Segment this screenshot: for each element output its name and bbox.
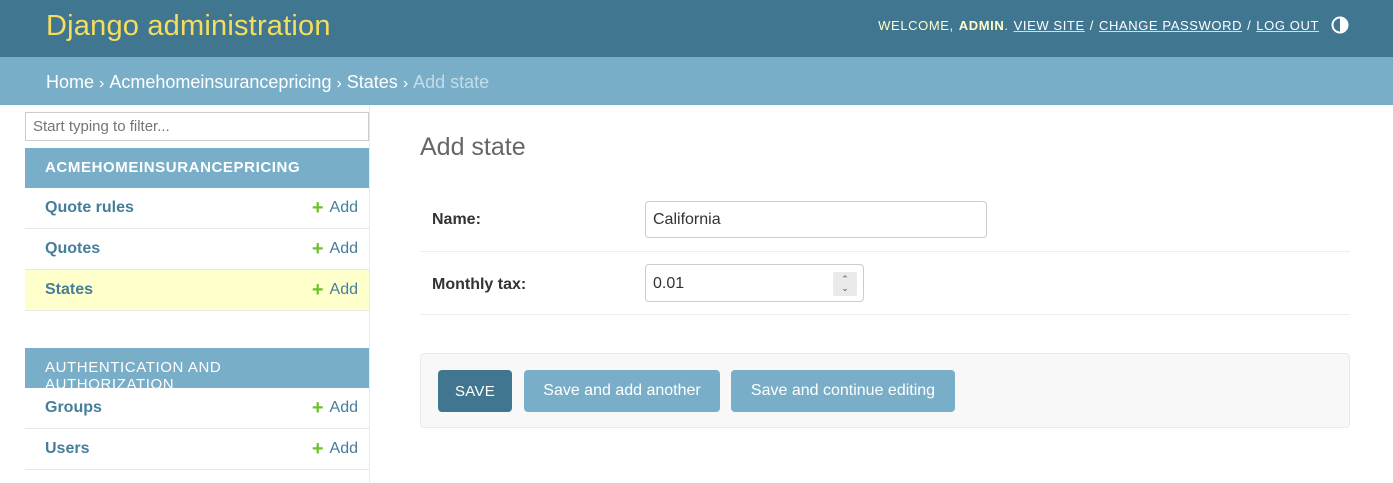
sidebar-item-groups: Groups + Add [25,388,369,429]
module-caption[interactable]: ACMEHOMEINSURANCEPRICING [25,148,369,188]
site-branding[interactable]: Django administration [46,10,331,43]
theme-toggle-icon[interactable] [1331,16,1349,34]
sidebar-item-quote-rules: Quote rules + Add [25,188,369,229]
chevron-down-icon[interactable]: ⌄ [841,284,849,293]
add-icon: + [311,238,324,260]
add-link[interactable]: + Add [312,439,358,459]
site-header: Django administration WELCOME, ADMIN. VI… [0,0,1393,57]
sidebar-item-states: States + Add [25,270,369,311]
separator: / [1089,17,1094,33]
page-title: Add state [420,133,526,161]
breadcrumb-model[interactable]: States [347,72,398,92]
add-icon: + [311,197,324,219]
form-row-monthly-tax: Monthly tax: 0.01 ⌃ ⌄ [420,252,1350,315]
separator: / [1247,17,1252,33]
submit-row: Save Save and add another Save and conti… [420,353,1350,428]
log-out-link[interactable]: LOG OUT [1256,18,1319,33]
view-site-link[interactable]: VIEW SITE [1014,18,1085,33]
breadcrumb-app[interactable]: Acmehomeinsurancepricing [109,72,331,92]
save-button[interactable]: Save [438,370,512,412]
breadcrumb-home[interactable]: Home [46,72,94,92]
monthly-tax-field[interactable]: 0.01 ⌃ ⌄ [645,264,864,302]
model-link[interactable]: Quote rules [45,199,134,217]
name-field[interactable] [645,201,987,238]
add-link[interactable]: + Add [312,239,358,259]
add-icon: + [311,279,324,301]
change-password-link[interactable]: CHANGE PASSWORD [1099,18,1242,33]
nav-sidebar: ACMEHOMEINSURANCEPRICING Quote rules +Ad… [25,105,370,483]
save-and-continue-button[interactable]: Save and continue editing [731,370,955,412]
model-link[interactable]: Quotes [45,240,100,258]
app-module-auth: AUTHENTICATION AND AUTHORIZATION Groups … [25,348,369,470]
nav-filter-input[interactable] [25,112,369,141]
form-row-name: Name: [420,189,1350,252]
add-link[interactable]: + Add [312,198,358,218]
username: ADMIN [958,17,1005,33]
add-link[interactable]: + Add [312,280,358,300]
user-tools: WELCOME, ADMIN. VIEW SITE / CHANGE PASSW… [878,16,1349,34]
name-label: Name: [432,211,481,228]
breadcrumb-current: Add state [413,72,490,92]
monthly-tax-label: Monthly tax: [432,276,527,293]
add-icon: + [311,438,324,460]
breadcrumb: Home › Acmehomeinsurancepricing › States › Add… [0,57,1393,105]
model-link[interactable]: Users [45,440,89,458]
app-module-acme: ACMEHOMEINSURANCEPRICING Quote rules + Ad… [25,148,369,311]
module-caption[interactable]: AUTHENTICATION AND AUTHORIZATION [25,348,369,393]
model-link[interactable]: States [45,281,93,299]
monthly-tax-value: 0.01 [653,275,685,292]
sidebar-item-quotes: Quotes + Add [25,229,369,270]
add-link[interactable]: + Add [312,398,358,418]
number-stepper[interactable]: ⌃ ⌄ [833,272,857,296]
sidebar-item-users: Users + Add [25,429,369,470]
model-link[interactable]: Groups [45,399,102,417]
welcome-text: WELCOME, [878,17,954,33]
add-icon: + [311,397,324,419]
save-and-add-another-button[interactable]: Save and add another [524,370,720,412]
